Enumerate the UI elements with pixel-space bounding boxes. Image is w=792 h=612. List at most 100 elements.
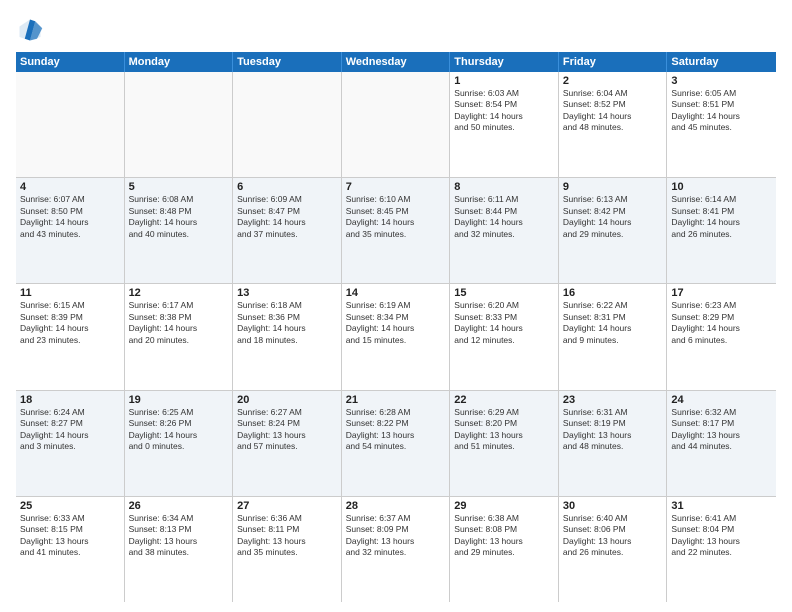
cal-cell-29: 29Sunrise: 6:38 AM Sunset: 8:08 PM Dayli… xyxy=(450,497,559,602)
cell-text: Sunrise: 6:04 AM Sunset: 8:52 PM Dayligh… xyxy=(563,88,663,134)
cal-cell-12: 12Sunrise: 6:17 AM Sunset: 8:38 PM Dayli… xyxy=(125,284,234,389)
cell-text: Sunrise: 6:29 AM Sunset: 8:20 PM Dayligh… xyxy=(454,407,554,453)
cal-cell-10: 10Sunrise: 6:14 AM Sunset: 8:41 PM Dayli… xyxy=(667,178,776,283)
day-number: 12 xyxy=(129,287,229,299)
cal-cell-empty-1 xyxy=(125,72,234,177)
cell-text: Sunrise: 6:25 AM Sunset: 8:26 PM Dayligh… xyxy=(129,407,229,453)
cal-cell-23: 23Sunrise: 6:31 AM Sunset: 8:19 PM Dayli… xyxy=(559,391,668,496)
day-number: 22 xyxy=(454,394,554,406)
cal-cell-8: 8Sunrise: 6:11 AM Sunset: 8:44 PM Daylig… xyxy=(450,178,559,283)
cell-text: Sunrise: 6:38 AM Sunset: 8:08 PM Dayligh… xyxy=(454,513,554,559)
cal-week-1: 1Sunrise: 6:03 AM Sunset: 8:54 PM Daylig… xyxy=(16,72,776,178)
cell-text: Sunrise: 6:41 AM Sunset: 8:04 PM Dayligh… xyxy=(671,513,772,559)
cal-cell-empty-0 xyxy=(16,72,125,177)
cal-cell-4: 4Sunrise: 6:07 AM Sunset: 8:50 PM Daylig… xyxy=(16,178,125,283)
cell-text: Sunrise: 6:31 AM Sunset: 8:19 PM Dayligh… xyxy=(563,407,663,453)
cal-header-friday: Friday xyxy=(559,52,668,72)
cal-cell-1: 1Sunrise: 6:03 AM Sunset: 8:54 PM Daylig… xyxy=(450,72,559,177)
cal-cell-21: 21Sunrise: 6:28 AM Sunset: 8:22 PM Dayli… xyxy=(342,391,451,496)
day-number: 25 xyxy=(20,500,120,512)
cal-header-wednesday: Wednesday xyxy=(342,52,451,72)
cal-header-saturday: Saturday xyxy=(667,52,776,72)
cal-cell-25: 25Sunrise: 6:33 AM Sunset: 8:15 PM Dayli… xyxy=(16,497,125,602)
day-number: 5 xyxy=(129,181,229,193)
cal-header-monday: Monday xyxy=(125,52,234,72)
cell-text: Sunrise: 6:19 AM Sunset: 8:34 PM Dayligh… xyxy=(346,300,446,346)
day-number: 29 xyxy=(454,500,554,512)
day-number: 21 xyxy=(346,394,446,406)
cal-header-tuesday: Tuesday xyxy=(233,52,342,72)
day-number: 16 xyxy=(563,287,663,299)
cell-text: Sunrise: 6:27 AM Sunset: 8:24 PM Dayligh… xyxy=(237,407,337,453)
cell-text: Sunrise: 6:11 AM Sunset: 8:44 PM Dayligh… xyxy=(454,194,554,240)
day-number: 7 xyxy=(346,181,446,193)
cal-week-2: 4Sunrise: 6:07 AM Sunset: 8:50 PM Daylig… xyxy=(16,178,776,284)
cal-header-sunday: Sunday xyxy=(16,52,125,72)
day-number: 23 xyxy=(563,394,663,406)
cal-week-3: 11Sunrise: 6:15 AM Sunset: 8:39 PM Dayli… xyxy=(16,284,776,390)
cal-cell-20: 20Sunrise: 6:27 AM Sunset: 8:24 PM Dayli… xyxy=(233,391,342,496)
cal-cell-11: 11Sunrise: 6:15 AM Sunset: 8:39 PM Dayli… xyxy=(16,284,125,389)
cal-week-4: 18Sunrise: 6:24 AM Sunset: 8:27 PM Dayli… xyxy=(16,391,776,497)
cal-cell-27: 27Sunrise: 6:36 AM Sunset: 8:11 PM Dayli… xyxy=(233,497,342,602)
cal-cell-empty-3 xyxy=(342,72,451,177)
cal-cell-26: 26Sunrise: 6:34 AM Sunset: 8:13 PM Dayli… xyxy=(125,497,234,602)
day-number: 27 xyxy=(237,500,337,512)
calendar: SundayMondayTuesdayWednesdayThursdayFrid… xyxy=(16,52,776,602)
day-number: 31 xyxy=(671,500,772,512)
cell-text: Sunrise: 6:14 AM Sunset: 8:41 PM Dayligh… xyxy=(671,194,772,240)
cal-cell-31: 31Sunrise: 6:41 AM Sunset: 8:04 PM Dayli… xyxy=(667,497,776,602)
cell-text: Sunrise: 6:23 AM Sunset: 8:29 PM Dayligh… xyxy=(671,300,772,346)
cal-cell-empty-2 xyxy=(233,72,342,177)
cal-cell-17: 17Sunrise: 6:23 AM Sunset: 8:29 PM Dayli… xyxy=(667,284,776,389)
day-number: 28 xyxy=(346,500,446,512)
day-number: 2 xyxy=(563,75,663,87)
day-number: 17 xyxy=(671,287,772,299)
calendar-header: SundayMondayTuesdayWednesdayThursdayFrid… xyxy=(16,52,776,72)
cell-text: Sunrise: 6:24 AM Sunset: 8:27 PM Dayligh… xyxy=(20,407,120,453)
day-number: 24 xyxy=(671,394,772,406)
cell-text: Sunrise: 6:33 AM Sunset: 8:15 PM Dayligh… xyxy=(20,513,120,559)
cal-cell-5: 5Sunrise: 6:08 AM Sunset: 8:48 PM Daylig… xyxy=(125,178,234,283)
cal-cell-9: 9Sunrise: 6:13 AM Sunset: 8:42 PM Daylig… xyxy=(559,178,668,283)
day-number: 8 xyxy=(454,181,554,193)
cal-cell-6: 6Sunrise: 6:09 AM Sunset: 8:47 PM Daylig… xyxy=(233,178,342,283)
cell-text: Sunrise: 6:18 AM Sunset: 8:36 PM Dayligh… xyxy=(237,300,337,346)
cal-cell-24: 24Sunrise: 6:32 AM Sunset: 8:17 PM Dayli… xyxy=(667,391,776,496)
cal-cell-18: 18Sunrise: 6:24 AM Sunset: 8:27 PM Dayli… xyxy=(16,391,125,496)
cell-text: Sunrise: 6:05 AM Sunset: 8:51 PM Dayligh… xyxy=(671,88,772,134)
day-number: 30 xyxy=(563,500,663,512)
header xyxy=(16,16,776,44)
day-number: 4 xyxy=(20,181,120,193)
cell-text: Sunrise: 6:37 AM Sunset: 8:09 PM Dayligh… xyxy=(346,513,446,559)
day-number: 13 xyxy=(237,287,337,299)
cal-cell-7: 7Sunrise: 6:10 AM Sunset: 8:45 PM Daylig… xyxy=(342,178,451,283)
day-number: 11 xyxy=(20,287,120,299)
cal-cell-15: 15Sunrise: 6:20 AM Sunset: 8:33 PM Dayli… xyxy=(450,284,559,389)
cell-text: Sunrise: 6:17 AM Sunset: 8:38 PM Dayligh… xyxy=(129,300,229,346)
cal-cell-14: 14Sunrise: 6:19 AM Sunset: 8:34 PM Dayli… xyxy=(342,284,451,389)
cal-week-5: 25Sunrise: 6:33 AM Sunset: 8:15 PM Dayli… xyxy=(16,497,776,602)
cal-cell-2: 2Sunrise: 6:04 AM Sunset: 8:52 PM Daylig… xyxy=(559,72,668,177)
cal-cell-19: 19Sunrise: 6:25 AM Sunset: 8:26 PM Dayli… xyxy=(125,391,234,496)
cell-text: Sunrise: 6:03 AM Sunset: 8:54 PM Dayligh… xyxy=(454,88,554,134)
day-number: 10 xyxy=(671,181,772,193)
cell-text: Sunrise: 6:32 AM Sunset: 8:17 PM Dayligh… xyxy=(671,407,772,453)
cell-text: Sunrise: 6:15 AM Sunset: 8:39 PM Dayligh… xyxy=(20,300,120,346)
cell-text: Sunrise: 6:07 AM Sunset: 8:50 PM Dayligh… xyxy=(20,194,120,240)
day-number: 18 xyxy=(20,394,120,406)
cal-cell-3: 3Sunrise: 6:05 AM Sunset: 8:51 PM Daylig… xyxy=(667,72,776,177)
cal-cell-30: 30Sunrise: 6:40 AM Sunset: 8:06 PM Dayli… xyxy=(559,497,668,602)
calendar-body: 1Sunrise: 6:03 AM Sunset: 8:54 PM Daylig… xyxy=(16,72,776,602)
cell-text: Sunrise: 6:13 AM Sunset: 8:42 PM Dayligh… xyxy=(563,194,663,240)
page: SundayMondayTuesdayWednesdayThursdayFrid… xyxy=(0,0,792,612)
cal-cell-28: 28Sunrise: 6:37 AM Sunset: 8:09 PM Dayli… xyxy=(342,497,451,602)
day-number: 3 xyxy=(671,75,772,87)
cal-header-thursday: Thursday xyxy=(450,52,559,72)
day-number: 14 xyxy=(346,287,446,299)
day-number: 6 xyxy=(237,181,337,193)
logo xyxy=(16,16,48,44)
cal-cell-13: 13Sunrise: 6:18 AM Sunset: 8:36 PM Dayli… xyxy=(233,284,342,389)
day-number: 15 xyxy=(454,287,554,299)
cell-text: Sunrise: 6:40 AM Sunset: 8:06 PM Dayligh… xyxy=(563,513,663,559)
